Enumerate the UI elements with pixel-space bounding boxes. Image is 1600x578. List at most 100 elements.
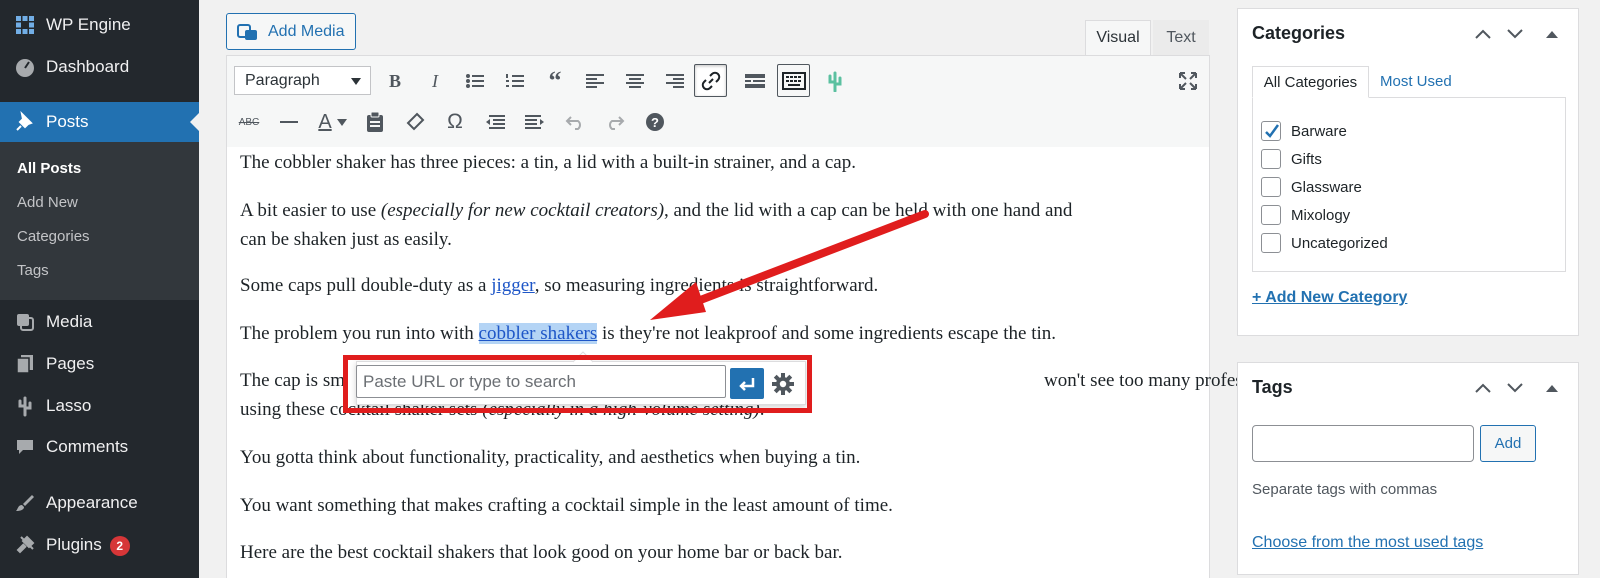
sidebar-item-label: Appearance <box>46 493 138 512</box>
submenu-categories[interactable]: Categories <box>17 228 90 245</box>
category-checkbox[interactable] <box>1261 121 1281 141</box>
tag-input[interactable] <box>1252 425 1474 462</box>
sidebar-item-appearance[interactable]: Appearance <box>0 483 199 523</box>
format-select[interactable]: Paragraph <box>234 66 371 95</box>
editor-toolbar: Paragraph B I “ ABC A Ω ? <box>226 55 1210 148</box>
special-character-button[interactable]: Ω <box>440 107 470 137</box>
text-color-dropdown[interactable] <box>334 107 350 137</box>
chevron-down-icon <box>1507 383 1523 393</box>
category-label: Barware <box>1291 123 1347 140</box>
sidebar-item-label: Comments <box>46 437 129 456</box>
numbered-list-button[interactable] <box>500 66 530 96</box>
tags-title: Tags <box>1252 377 1293 397</box>
cobbler-shakers-link[interactable]: cobbler shakers <box>478 323 598 344</box>
sidebar-item-dashboard[interactable]: Dashboard <box>0 47 199 87</box>
collapse-toggle-button[interactable] <box>1542 378 1562 398</box>
annotation-arrow <box>650 210 929 320</box>
align-center-button[interactable] <box>620 66 650 96</box>
media-icon <box>237 24 257 40</box>
sidebar-item-pages[interactable]: Pages <box>0 344 199 384</box>
redo-button[interactable] <box>600 107 630 137</box>
move-up-button[interactable] <box>1473 378 1493 398</box>
align-right-icon <box>666 74 684 88</box>
align-center-icon <box>626 74 644 88</box>
submenu-all-posts[interactable]: All Posts <box>17 160 81 177</box>
sidebar-item-media[interactable]: Media <box>0 302 199 342</box>
bullet-list-button[interactable] <box>460 66 490 96</box>
posts-submenu: All Posts Add New Categories Tags <box>0 142 199 300</box>
tab-most-used[interactable]: Most Used <box>1380 73 1452 90</box>
category-label: Glassware <box>1291 179 1362 196</box>
bold-button[interactable]: B <box>380 66 410 96</box>
paragraph: The cobbler shaker has three pieces: a t… <box>240 152 856 173</box>
undo-icon <box>565 116 581 130</box>
paragraph: Here are the best cocktail shakers that … <box>240 542 843 563</box>
sidebar-item-label: Lasso <box>46 396 92 415</box>
move-down-button[interactable] <box>1505 24 1525 44</box>
move-up-button[interactable] <box>1473 24 1493 44</box>
outdent-icon <box>486 115 505 129</box>
site-name-item[interactable]: WP Engine <box>0 5 199 45</box>
sidebar-item-label: Media <box>46 312 93 331</box>
horizontal-line-icon <box>280 121 298 123</box>
submenu-tags[interactable]: Tags <box>17 262 49 279</box>
annotation-highlight-box <box>343 355 812 413</box>
dashboard-icon <box>16 59 34 77</box>
category-label: Uncategorized <box>1291 235 1388 252</box>
plug-icon <box>16 535 35 554</box>
admin-sidebar: WP Engine Dashboard Posts All Posts Add … <box>0 0 199 578</box>
sidebar-item-lasso[interactable]: Lasso <box>0 386 199 426</box>
categories-metabox: Categories All Categories Most Used Barw… <box>1237 8 1579 336</box>
sidebar-item-label: Dashboard <box>46 57 130 76</box>
category-checkbox[interactable] <box>1261 205 1281 225</box>
clear-formatting-button[interactable] <box>400 107 430 137</box>
categories-title: Categories <box>1252 23 1346 43</box>
fullscreen-button[interactable] <box>1173 66 1203 96</box>
eraser-icon <box>406 112 425 131</box>
insert-link-button[interactable] <box>694 64 727 97</box>
outdent-button[interactable] <box>480 107 510 137</box>
italic-button[interactable]: I <box>420 66 450 96</box>
paragraph-fragment: won't see too many professional bartende… <box>1044 370 1372 391</box>
toolbar-toggle-button[interactable] <box>777 64 810 97</box>
pushpin-icon <box>16 111 33 131</box>
submenu-add-new[interactable]: Add New <box>17 194 78 211</box>
category-checkbox[interactable] <box>1261 177 1281 197</box>
align-left-button[interactable] <box>580 66 610 96</box>
move-down-button[interactable] <box>1505 378 1525 398</box>
tab-visual[interactable]: Visual <box>1085 20 1151 56</box>
choose-most-used-tags-link[interactable]: Choose from the most used tags <box>1252 534 1483 552</box>
category-checkbox[interactable] <box>1261 149 1281 169</box>
sidebar-item-label: Posts <box>46 112 89 131</box>
horizontal-line-button[interactable] <box>274 107 304 137</box>
category-checkbox[interactable] <box>1261 233 1281 253</box>
sidebar-item-posts[interactable]: Posts <box>0 102 199 142</box>
read-more-icon <box>745 74 765 88</box>
chevron-down-icon <box>337 118 347 126</box>
read-more-button[interactable] <box>740 66 770 96</box>
format-select-value: Paragraph <box>245 71 320 89</box>
align-right-button[interactable] <box>660 66 690 96</box>
sidebar-item-comments[interactable]: Comments <box>0 427 199 467</box>
add-media-button[interactable]: Add Media <box>226 13 356 50</box>
svg-text:?: ? <box>651 115 659 130</box>
numbered-list-icon <box>506 74 524 87</box>
link-icon <box>701 71 720 90</box>
collapse-toggle-button[interactable] <box>1542 24 1562 44</box>
blockquote-button[interactable]: “ <box>540 66 570 96</box>
add-tag-button[interactable]: Add <box>1480 425 1536 462</box>
undo-button[interactable] <box>560 107 590 137</box>
indent-button[interactable] <box>520 107 550 137</box>
keyboard-shortcuts-button[interactable]: ? <box>640 107 670 137</box>
paste-text-button[interactable] <box>360 107 390 137</box>
jigger-link[interactable]: jigger <box>491 275 535 296</box>
strikethrough-button[interactable]: ABC <box>234 107 264 137</box>
paintbrush-icon <box>16 495 34 511</box>
lasso-button[interactable] <box>820 66 850 96</box>
tab-all-categories[interactable]: All Categories <box>1252 66 1369 98</box>
pages-icon <box>16 355 33 374</box>
sidebar-item-plugins[interactable]: Plugins 2 <box>0 525 199 565</box>
tab-text[interactable]: Text <box>1153 20 1209 56</box>
tags-hint: Separate tags with commas <box>1252 481 1438 498</box>
add-new-category-link[interactable]: + Add New Category <box>1252 289 1407 307</box>
